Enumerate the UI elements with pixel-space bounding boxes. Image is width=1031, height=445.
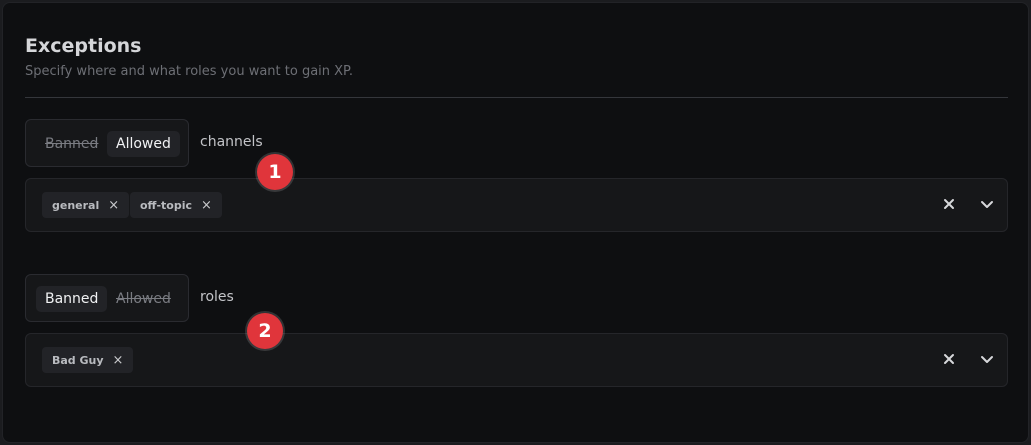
divider [25,97,1008,98]
channels-allowed-option[interactable]: Allowed [107,131,180,157]
roles-banned-option[interactable]: Banned [36,286,108,312]
close-icon[interactable]: × [113,354,124,367]
close-icon[interactable]: × [201,199,212,212]
roles-mode-toggle: Banned Allowed [25,274,189,322]
section-subtitle: Specify where and what roles you want to… [25,64,354,79]
section-title: Exceptions [25,35,142,57]
clear-all-icon[interactable] [939,194,959,214]
chip-label: off-topic [140,198,193,212]
exceptions-card: Exceptions Specify where and what roles … [2,2,1029,443]
channels-label: channels [200,134,263,150]
chevron-down-icon[interactable] [977,194,997,214]
clear-all-icon[interactable] [939,349,959,369]
roles-allowed-option[interactable]: Allowed [107,286,180,312]
roles-label: roles [200,289,234,305]
annotation-badge-2: 2 [247,313,283,349]
chip-label: general [52,198,100,212]
chip-label: Bad Guy [52,353,104,367]
chevron-down-icon[interactable] [977,349,997,369]
channels-select[interactable]: general × off-topic × [25,178,1008,232]
roles-select[interactable]: Bad Guy × [25,333,1008,387]
chip-general: general × [42,192,130,218]
channels-banned-option[interactable]: Banned [36,131,107,157]
annotation-badge-1: 1 [257,154,293,190]
close-icon[interactable]: × [108,199,119,212]
chip-off-topic: off-topic × [130,192,222,218]
chip-bad-guy: Bad Guy × [42,347,134,373]
channels-mode-toggle: Banned Allowed [25,119,189,167]
